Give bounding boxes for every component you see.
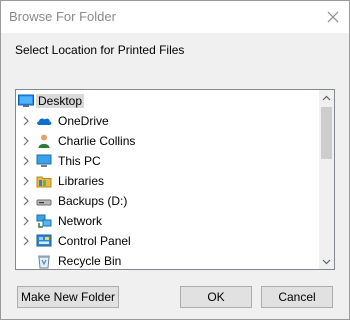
tree-item-control-panel[interactable]: Control Panel [16,231,319,251]
tree-item-network[interactable]: Network [16,211,319,231]
close-icon [327,11,339,23]
desktop-icon [18,94,34,107]
scroll-up-button[interactable] [319,90,334,105]
tree-item-onedrive[interactable]: OneDrive [16,111,319,131]
ok-button[interactable]: OK [180,286,252,308]
tree-item-recycle-bin[interactable]: Recycle Bin [16,251,319,269]
tree-item-label: Recycle Bin [58,254,122,268]
tree-item-label: Desktop [36,94,85,108]
chevron-right-icon[interactable] [21,176,31,186]
recycle-bin-icon [38,255,50,269]
browse-for-folder-dialog: Browse For Folder Select Location for Pr… [0,0,350,320]
chevron-right-icon[interactable] [21,136,31,146]
control-panel-icon [36,234,52,247]
chevron-right-icon[interactable] [21,236,31,246]
window-title: Browse For Folder [9,9,116,24]
libraries-icon [36,176,52,188]
user-folder-icon [38,134,50,148]
chevron-down-icon [322,259,331,264]
tree-item-libraries[interactable]: Libraries [16,171,319,191]
this-pc-icon [36,154,52,167]
chevron-right-icon[interactable] [21,116,31,126]
cancel-button[interactable]: Cancel [261,286,333,308]
tree-item-label: OneDrive [58,114,109,128]
tree-item-label: Control Panel [58,234,131,248]
scrollbar-thumb[interactable] [321,107,332,159]
make-new-folder-button[interactable]: Make New Folder [17,286,119,308]
onedrive-icon [37,118,52,125]
chevron-right-icon[interactable] [21,216,31,226]
tree-item-label: Libraries [58,174,105,188]
tree-item-label: Backups (D:) [58,194,128,208]
tree-item-label: Charlie Collins [58,134,136,148]
network-icon [36,214,52,228]
vertical-scrollbar[interactable] [319,90,334,269]
tree-item-charlie-collins[interactable]: Charlie Collins [16,131,319,151]
tree-item-label: This PC [58,154,101,168]
folder-tree[interactable]: Desktop OneDrive Charlie Collins This PC… [15,89,335,270]
chevron-right-icon[interactable] [21,156,31,166]
tree-item-this-pc[interactable]: This PC [16,151,319,171]
close-button[interactable] [322,7,344,27]
chevron-up-icon [322,95,331,100]
prompt-text: Select Location for Printed Files [15,43,185,57]
chevron-right-icon[interactable] [21,196,31,206]
tree-item-backups-d[interactable]: Backups (D:) [16,191,319,211]
scroll-down-button[interactable] [319,254,334,269]
tree-item-desktop[interactable]: Desktop [16,91,319,111]
tree-item-label: Network [58,214,103,228]
title-bar[interactable]: Browse For Folder [1,1,349,33]
drive-icon [36,199,52,206]
